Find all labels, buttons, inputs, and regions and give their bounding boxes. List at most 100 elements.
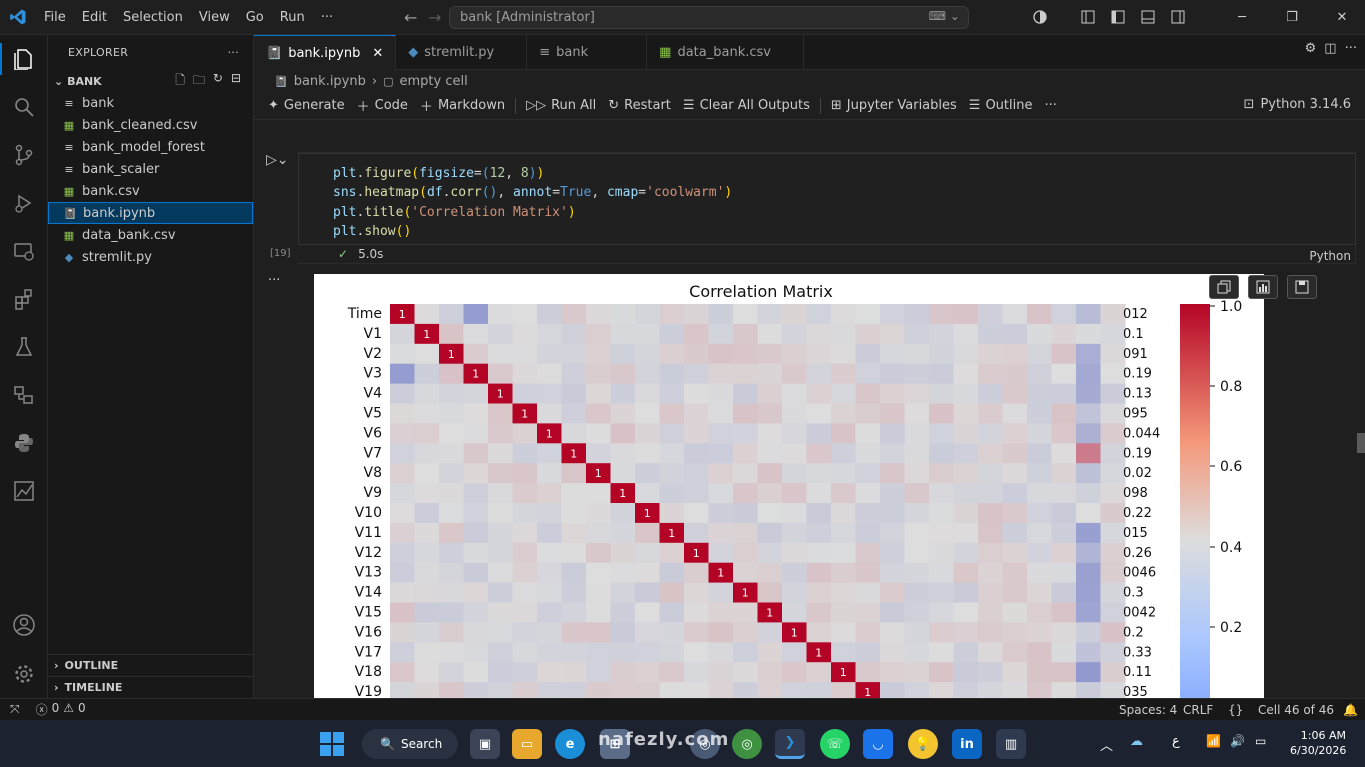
windows-start-icon[interactable] bbox=[320, 732, 344, 760]
explorer-file-item[interactable]: ≡ bank bbox=[48, 92, 253, 114]
chart-preview-icon[interactable] bbox=[0, 467, 48, 515]
close-window-icon[interactable]: ✕ bbox=[1329, 4, 1355, 30]
menu-view[interactable]: View bbox=[191, 10, 238, 25]
settings-gear-icon[interactable] bbox=[0, 650, 48, 698]
file-explorer-icon[interactable]: ▭ bbox=[512, 729, 542, 759]
input-language-indicator[interactable]: ع bbox=[1172, 734, 1180, 749]
edge-browser-icon[interactable]: e bbox=[555, 729, 585, 759]
cell-language[interactable]: Python bbox=[1309, 249, 1351, 263]
cell-position-status[interactable]: Cell 46 of 46 bbox=[1258, 703, 1334, 717]
menu-go[interactable]: Go bbox=[238, 10, 272, 25]
battery-icon[interactable]: ▭ bbox=[1255, 734, 1266, 748]
copilot-chevron-icon[interactable]: ⌨ ⌄ bbox=[929, 9, 960, 23]
vscode-taskbar-icon[interactable]: ❯ bbox=[775, 729, 805, 759]
collapse-all-icon[interactable]: ⊟ bbox=[231, 71, 241, 92]
indentation-status[interactable]: Spaces: 4 bbox=[1119, 703, 1177, 717]
tab-bank[interactable]: ≡ bank bbox=[527, 35, 648, 70]
accounts-icon[interactable] bbox=[1027, 4, 1053, 30]
testing-flask-icon[interactable] bbox=[0, 323, 48, 371]
stats-app-icon[interactable]: ▥ bbox=[996, 729, 1026, 759]
breadcrumb-item[interactable]: empty cell bbox=[399, 74, 467, 89]
jupyter-variables-button[interactable]: ⊞ Jupyter Variables bbox=[825, 98, 963, 113]
more-actions-icon[interactable]: ··· bbox=[1038, 98, 1062, 113]
menu-more[interactable]: ··· bbox=[313, 10, 341, 25]
toggle-secondary-sidebar-icon[interactable] bbox=[1165, 4, 1191, 30]
explorer-file-item[interactable]: ▦ bank.csv bbox=[48, 180, 253, 202]
tray-chevron-up-icon[interactable]: ︿ bbox=[1100, 735, 1113, 754]
explorer-file-item[interactable]: ▦ data_bank.csv bbox=[48, 224, 253, 246]
wifi-icon[interactable]: 📶 bbox=[1206, 734, 1221, 748]
problems-indicator[interactable]: ⓧ 0 ⚠ 0 bbox=[30, 701, 92, 718]
new-file-icon[interactable]: 🗋 bbox=[175, 71, 185, 92]
taskbar-search-box[interactable]: 🔍 Search bbox=[362, 729, 458, 759]
open-plot-viewer-icon[interactable] bbox=[1248, 275, 1278, 299]
explorer-file-item[interactable]: 📓 bank.ipynb bbox=[48, 202, 253, 224]
remote-containers-icon[interactable] bbox=[0, 371, 48, 419]
extensions-icon[interactable] bbox=[0, 275, 48, 323]
run-all-button[interactable]: ▷▷ Run All bbox=[520, 98, 602, 113]
tab-bank-ipynb[interactable]: 📓 bank.ipynb ✕ bbox=[254, 35, 397, 70]
volume-icon[interactable]: 🔊 bbox=[1230, 734, 1245, 748]
kernel-picker[interactable]: ⊡ Python 3.14.6 bbox=[1244, 97, 1351, 112]
minimize-icon[interactable]: ─ bbox=[1229, 4, 1255, 30]
folder-bank[interactable]: ⌄ BANK 🗋 🗀 ↻ ⊟ bbox=[48, 70, 253, 92]
run-debug-icon[interactable] bbox=[0, 179, 48, 227]
tab-stremlit-py[interactable]: ◆ stremlit.py bbox=[396, 35, 528, 70]
restart-button[interactable]: ↻ Restart bbox=[602, 98, 677, 113]
account-icon[interactable] bbox=[0, 601, 48, 649]
back-arrow-icon[interactable]: ← bbox=[398, 8, 423, 27]
code-editor[interactable]: plt.figure(figsize=(12, 8)) sns.heatmap(… bbox=[298, 153, 1356, 245]
task-view-icon[interactable]: ▣ bbox=[470, 729, 500, 759]
source-control-icon[interactable] bbox=[0, 131, 48, 179]
toggle-panel-icon[interactable] bbox=[1135, 4, 1161, 30]
run-cell-icon[interactable]: ▷⌄ bbox=[266, 152, 289, 168]
explorer-file-item[interactable]: ▦ bank_cleaned.csv bbox=[48, 114, 253, 136]
more-actions-icon[interactable]: ··· bbox=[1345, 41, 1357, 56]
outline-section[interactable]: › OUTLINE bbox=[48, 654, 254, 676]
outline-button[interactable]: ☰ Outline bbox=[963, 98, 1039, 113]
menu-file[interactable]: File bbox=[36, 10, 74, 25]
more-actions-icon[interactable]: ··· bbox=[228, 46, 239, 59]
app-blue-icon[interactable]: ◡ bbox=[863, 729, 893, 759]
notifications-bell-icon[interactable]: 🔔 bbox=[1343, 703, 1358, 717]
refresh-icon[interactable]: ↻ bbox=[213, 71, 223, 92]
toggle-sidebar-icon[interactable] bbox=[1105, 4, 1131, 30]
settings-gear-icon[interactable]: ⚙ bbox=[1305, 41, 1317, 56]
tips-bulb-icon[interactable]: 💡 bbox=[908, 729, 938, 759]
command-center-search[interactable]: bank [Administrator] ⌨ ⌄ bbox=[449, 6, 969, 29]
add-markdown-button[interactable]: ＋ Markdown bbox=[414, 96, 511, 115]
explorer-icon[interactable] bbox=[0, 35, 48, 83]
generate-button[interactable]: ✦ Generate bbox=[262, 98, 351, 113]
explorer-file-item[interactable]: ≡ bank_scaler bbox=[48, 158, 253, 180]
eol-status[interactable]: CRLF bbox=[1183, 703, 1213, 717]
remote-explorer-icon[interactable] bbox=[0, 227, 48, 275]
search-icon[interactable] bbox=[0, 83, 48, 131]
explorer-file-item[interactable]: ≡ bank_model_forest bbox=[48, 136, 253, 158]
tab-data-bank-csv[interactable]: ▦ data_bank.csv bbox=[647, 35, 804, 70]
split-editor-icon[interactable]: ◫ bbox=[1324, 41, 1336, 56]
output-more-icon[interactable]: ··· bbox=[268, 273, 280, 288]
remote-indicator-icon[interactable]: ⤧ bbox=[0, 702, 30, 717]
breadcrumb-file[interactable]: bank.ipynb bbox=[294, 74, 366, 89]
copy-output-icon[interactable] bbox=[1209, 275, 1239, 299]
menu-run[interactable]: Run bbox=[272, 10, 313, 25]
code-cell[interactable]: plt.figure(figsize=(12, 8)) sns.heatmap(… bbox=[298, 152, 1356, 264]
save-output-icon[interactable] bbox=[1287, 275, 1317, 299]
menu-selection[interactable]: Selection bbox=[115, 10, 191, 25]
layout-panels-icon[interactable] bbox=[1075, 4, 1101, 30]
linkedin-icon[interactable]: in bbox=[952, 729, 982, 759]
restore-icon[interactable]: ❐ bbox=[1279, 4, 1305, 30]
add-code-button[interactable]: ＋ Code bbox=[351, 96, 414, 115]
explorer-file-item[interactable]: ◆ stremlit.py bbox=[48, 246, 253, 268]
chrome-profile-icon[interactable]: ◎ bbox=[732, 729, 762, 759]
clear-outputs-button[interactable]: ☰ Clear All Outputs bbox=[677, 98, 816, 113]
new-folder-icon[interactable]: 🗀 bbox=[193, 71, 205, 92]
clock[interactable]: 1:06 AM 6/30/2026 bbox=[1290, 728, 1346, 758]
whatsapp-icon[interactable]: ☏ bbox=[820, 729, 850, 759]
onedrive-cloud-icon[interactable]: ☁ bbox=[1130, 734, 1143, 749]
close-tab-icon[interactable]: ✕ bbox=[372, 46, 383, 61]
forward-arrow-icon[interactable]: → bbox=[422, 8, 447, 27]
scrollbar-thumb[interactable] bbox=[1357, 433, 1365, 453]
timeline-section[interactable]: › TIMELINE bbox=[48, 676, 254, 698]
menu-edit[interactable]: Edit bbox=[74, 10, 115, 25]
